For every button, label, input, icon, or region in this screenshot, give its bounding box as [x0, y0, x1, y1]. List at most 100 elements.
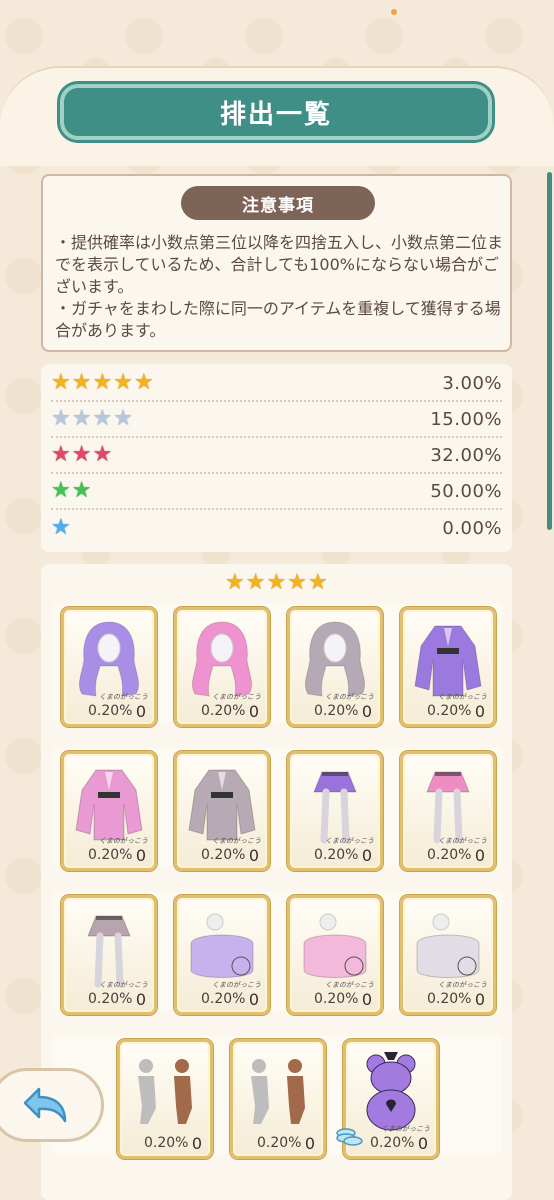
rarity-row: ★ ★ ★ ★ 15.00% — [51, 402, 502, 438]
item-jacket-art — [185, 760, 259, 846]
item-footer: 0.20% 0 — [179, 845, 265, 865]
item-owned-count: 0 — [474, 989, 485, 1009]
status-dot — [391, 9, 397, 15]
item-owned-count: 0 — [135, 989, 146, 1009]
item-jacket-art — [72, 760, 146, 846]
star-icon: ★ — [71, 406, 92, 431]
item-card[interactable]: くまのがっこう 0.20% 0 — [174, 751, 270, 871]
star-rating-5: ★ ★ ★ ★ ★ — [51, 372, 154, 394]
notes-heading: 注意事項 — [181, 186, 375, 220]
item-footer: 0.20% 0 — [179, 701, 265, 721]
item-footer: 0.20% 0 — [235, 1133, 321, 1153]
item-footer: 0.20% 0 — [66, 701, 152, 721]
item-owned-count: 0 — [191, 1133, 202, 1153]
item-rate: 0.20% — [427, 847, 472, 863]
star-icon: ★ — [51, 406, 71, 431]
star-icon: ★ — [266, 570, 287, 595]
item-rate: 0.20% — [88, 991, 133, 1007]
star-icon: ★ — [245, 570, 266, 595]
star-rating-4: ★ ★ ★ ★ — [51, 408, 133, 430]
star-icon: ★ — [71, 478, 92, 503]
rarity-percent: 50.00% — [430, 480, 502, 502]
item-rate: 0.20% — [314, 847, 359, 863]
item-card[interactable]: 0.20% 0 — [230, 1039, 326, 1159]
item-footer: 0.20% 0 — [405, 845, 491, 865]
item-owned-count: 0 — [248, 701, 259, 721]
item-jacket-art — [411, 616, 485, 702]
star-icon: ★ — [51, 478, 71, 503]
rarity-row: ★ ★ ★ ★ ★ 3.00% — [51, 366, 502, 402]
title-banner: 排出一覧 — [60, 84, 492, 140]
star-icon: ★ — [51, 442, 71, 467]
item-card[interactable]: 0.20% 0 — [117, 1039, 213, 1159]
star-rating-3: ★ ★ ★ — [51, 444, 112, 466]
item-card[interactable]: くまのがっこう 0.20% 0 — [287, 607, 383, 727]
star-icon: ★ — [133, 370, 154, 395]
coin-stack-icon — [336, 1128, 363, 1146]
item-rate: 0.20% — [88, 847, 133, 863]
item-skirt-art — [298, 760, 372, 846]
item-cushion-art — [298, 904, 372, 990]
star-icon: ★ — [287, 570, 307, 595]
item-owned-count: 0 — [417, 1133, 428, 1153]
item-footer: 0.20% 0 — [66, 845, 152, 865]
item-card[interactable]: くまのがっこう 0.20% 0 — [400, 607, 496, 727]
item-card[interactable]: くまのがっこう 0.20% 0 — [287, 895, 383, 1015]
star-icon: ★ — [92, 406, 113, 431]
item-card[interactable]: くまのがっこう 0.20% 0 — [61, 751, 157, 871]
item-footer: 0.20% 0 — [292, 701, 378, 721]
rarity-row: ★ ★ 50.00% — [51, 474, 502, 510]
item-footer: 0.20% 0 — [122, 1133, 208, 1153]
item-skirt-art — [411, 760, 485, 846]
item-card[interactable]: くまのがっこう 0.20% 0 — [174, 895, 270, 1015]
item-owned-count: 0 — [135, 845, 146, 865]
item-rate: 0.20% — [314, 991, 359, 1007]
item-rate: 0.20% — [88, 703, 133, 719]
star-icon: ★ — [113, 370, 133, 395]
item-hair-art — [72, 616, 146, 702]
item-cushion-art — [411, 904, 485, 990]
item-card[interactable]: くまのがっこう 0.20% 0 — [287, 751, 383, 871]
item-card[interactable]: くまのがっこう 0.20% 0 — [61, 607, 157, 727]
item-owned-count: 0 — [361, 701, 372, 721]
star-icon: ★ — [92, 442, 113, 467]
item-footer: 0.20% 0 — [179, 989, 265, 1009]
item-rate: 0.20% — [144, 1135, 189, 1151]
item-rate: 0.20% — [201, 991, 246, 1007]
scrollbar[interactable] — [547, 172, 552, 530]
item-owned-count: 0 — [361, 845, 372, 865]
star-icon: ★ — [71, 370, 92, 395]
item-card[interactable]: くまのがっこう 0.20% 0 — [174, 607, 270, 727]
item-owned-count: 0 — [361, 989, 372, 1009]
notes-body: ・提供確率は小数点第三位以降を四捨五入し、小数点第二位までを表示しているため、合… — [55, 232, 503, 342]
item-footer: 0.20% 0 — [405, 701, 491, 721]
rarity-percent: 32.00% — [430, 444, 502, 466]
star-rating-1: ★ — [51, 517, 71, 539]
item-card[interactable]: くまのがっこう 0.20% 0 — [61, 895, 157, 1015]
item-owned-count: 0 — [135, 701, 146, 721]
items-section-stars: ★ ★ ★ ★ ★ — [225, 572, 328, 594]
rarity-percent: 15.00% — [430, 408, 502, 430]
item-pose-art — [128, 1048, 202, 1134]
star-icon: ★ — [71, 442, 92, 467]
star-icon: ★ — [225, 570, 245, 595]
star-icon: ★ — [51, 370, 71, 395]
item-rate: 0.20% — [257, 1135, 302, 1151]
item-footer: 0.20% 0 — [66, 989, 152, 1009]
notes-line-2: ・ガチャをまわした際に同一のアイテムを重複して獲得する場合があります。 — [55, 299, 501, 340]
star-icon: ★ — [92, 370, 113, 395]
star-icon: ★ — [113, 406, 133, 431]
item-hair-art — [185, 616, 259, 702]
item-rate: 0.20% — [427, 703, 472, 719]
item-rate: 0.20% — [201, 703, 246, 719]
item-rate: 0.20% — [370, 1135, 415, 1151]
item-card[interactable]: くまのがっこう 0.20% 0 — [400, 751, 496, 871]
item-footer: 0.20% 0 — [292, 989, 378, 1009]
rarity-table: ★ ★ ★ ★ ★ 3.00% ★ ★ ★ ★ 15.00% ★ ★ ★ 32.00% ★ ★ 50… — [41, 364, 512, 552]
back-button[interactable] — [0, 1068, 104, 1142]
item-cushion-art — [185, 904, 259, 990]
item-bear-art — [354, 1048, 428, 1134]
rarity-percent: 3.00% — [442, 372, 502, 394]
item-card[interactable]: くまのがっこう 0.20% 0 — [400, 895, 496, 1015]
item-footer: 0.20% 0 — [405, 989, 491, 1009]
